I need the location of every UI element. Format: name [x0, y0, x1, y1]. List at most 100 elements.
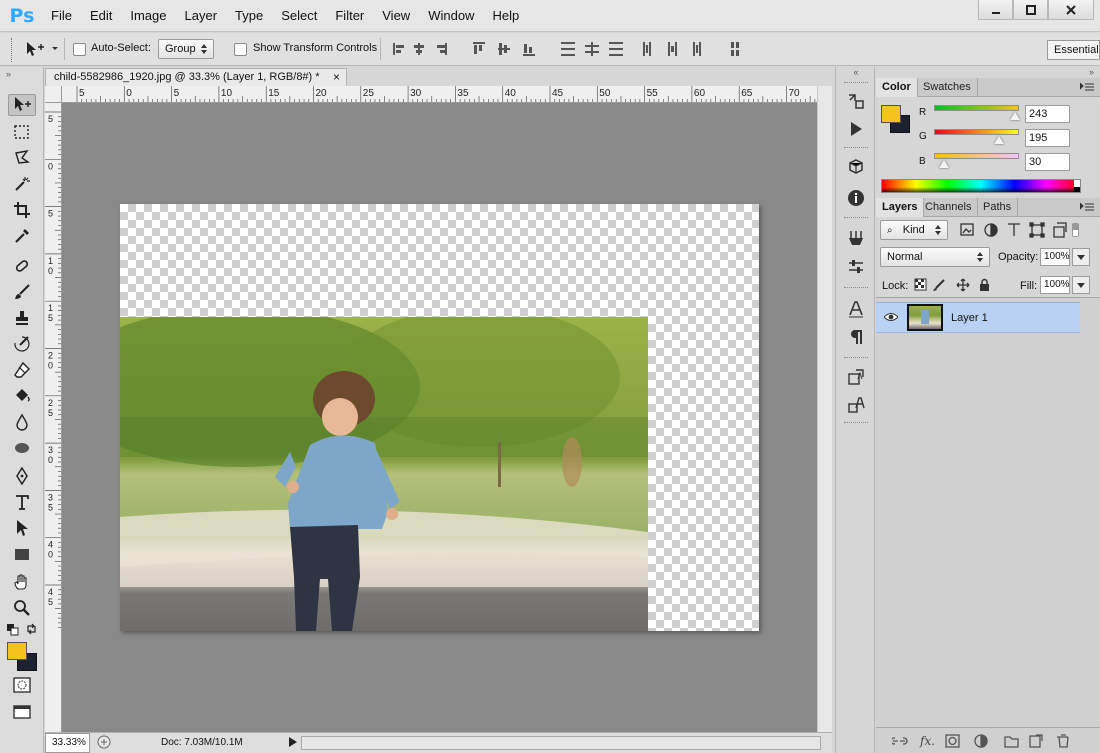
minimize-icon[interactable]	[978, 0, 1013, 20]
v-ruler-label: 0	[48, 550, 53, 560]
default-colors-icon[interactable]	[7, 624, 19, 639]
eyedropper-icon[interactable]	[8, 225, 36, 247]
svg-text:fx.: fx.	[919, 734, 935, 748]
menu-view[interactable]: View	[373, 0, 419, 32]
auto-select-dropdown[interactable]: Group	[158, 39, 214, 59]
collapse-dock-icon[interactable]: «	[838, 67, 874, 79]
vertical-scrollbar[interactable]	[817, 86, 832, 732]
info-icon[interactable]	[845, 187, 867, 209]
ruler-origin[interactable]	[45, 86, 62, 103]
character-styles-icon[interactable]	[845, 366, 867, 388]
layer-1-photo[interactable]	[120, 317, 648, 631]
show-transform-checkbox[interactable]	[234, 43, 247, 56]
tab-channels[interactable]: Channels	[919, 198, 979, 217]
menu-window[interactable]: Window	[419, 0, 483, 32]
document-tab[interactable]: child-5582986_1920.jpg @ 33.3% (Layer 1,…	[45, 68, 347, 86]
paragraph-icon[interactable]	[845, 326, 867, 348]
status-menu-icon[interactable]	[289, 737, 297, 750]
move-icon[interactable]	[8, 94, 36, 116]
workspace-switcher[interactable]: Essential	[1047, 40, 1100, 60]
horizontal-ruler[interactable]: 5 0 5 10 15 20 25 30 35 40 45 50 55 60 65 70	[62, 86, 817, 103]
type-icon[interactable]	[8, 491, 36, 513]
actions-icon[interactable]	[845, 118, 867, 140]
dodge-icon[interactable]	[8, 437, 36, 459]
foreground-color-swatch[interactable]	[7, 642, 27, 660]
r-slider-thumb[interactable]	[1010, 112, 1020, 120]
share-icon[interactable]	[97, 735, 111, 752]
tab-layers[interactable]: Layers	[876, 198, 925, 217]
g-value-field[interactable]: 195	[1025, 129, 1070, 147]
hand-icon[interactable]	[8, 571, 36, 593]
menu-select[interactable]: Select	[272, 0, 326, 32]
layer-thumbnail[interactable]	[907, 304, 943, 331]
tab-paths[interactable]: Paths	[977, 198, 1019, 217]
menu-edit[interactable]: Edit	[81, 0, 121, 32]
h-ruler-label: 50	[599, 88, 611, 99]
color-spectrum-ramp[interactable]	[881, 179, 1081, 193]
3d-icon[interactable]	[845, 156, 867, 178]
r-value-field[interactable]: 243	[1025, 105, 1070, 123]
zoom-icon[interactable]	[8, 597, 36, 619]
move-tool-preset-icon[interactable]	[24, 40, 60, 61]
rectangle-icon[interactable]	[8, 543, 36, 565]
opacity-field[interactable]: 100%	[1040, 248, 1070, 266]
g-slider[interactable]	[934, 129, 1019, 135]
vertical-ruler[interactable]: 5051015202530354045	[45, 103, 62, 732]
brush-presets-icon[interactable]	[845, 227, 867, 249]
layers-panel-menu-icon[interactable]	[1079, 201, 1094, 216]
collapse-panels-icon[interactable]: »	[1089, 67, 1094, 77]
layer-name[interactable]: Layer 1	[951, 312, 988, 324]
auto-select-label: Auto-Select:	[91, 42, 151, 54]
fill-field[interactable]: 100%	[1040, 276, 1070, 294]
magic-wand-icon[interactable]	[8, 173, 36, 195]
history-brush-icon[interactable]	[8, 333, 36, 355]
maximize-icon[interactable]	[1013, 0, 1048, 20]
g-slider-thumb[interactable]	[994, 136, 1005, 144]
screen-mode-icon[interactable]	[13, 705, 31, 722]
layer-buttons: fx.	[890, 734, 1092, 751]
menu-help[interactable]: Help	[483, 0, 528, 32]
b-slider[interactable]	[934, 153, 1019, 159]
zoom-level-field[interactable]: 33.33%	[45, 733, 90, 753]
crop-icon[interactable]	[8, 199, 36, 221]
paragraph-styles-icon[interactable]	[845, 394, 867, 416]
panel-foreground-swatch[interactable]	[881, 105, 901, 123]
path-selection-icon[interactable]	[8, 517, 36, 539]
swap-colors-icon[interactable]	[26, 623, 38, 638]
quick-mask-icon[interactable]	[13, 677, 31, 696]
b-value-field[interactable]: 30	[1025, 153, 1070, 171]
r-slider[interactable]	[934, 105, 1019, 111]
filter-kind-dropdown[interactable]: ⌕ Kind	[880, 220, 948, 240]
menu-layer[interactable]: Layer	[176, 0, 227, 32]
marquee-icon[interactable]	[8, 121, 36, 143]
blend-mode-dropdown[interactable]: Normal	[880, 247, 990, 267]
lasso-icon[interactable]	[8, 147, 36, 169]
adjustments-icon[interactable]	[845, 256, 867, 278]
auto-select-checkbox[interactable]	[73, 43, 86, 56]
menu-image[interactable]: Image	[121, 0, 175, 32]
brush-icon[interactable]	[8, 281, 36, 303]
opacity-dropdown-arrow[interactable]	[1072, 248, 1090, 266]
visibility-eye-icon[interactable]	[883, 311, 899, 325]
menu-type[interactable]: Type	[226, 0, 272, 32]
blur-icon[interactable]	[8, 411, 36, 433]
horizontal-scrollbar[interactable]	[301, 736, 821, 750]
collapse-tools-icon[interactable]: »	[6, 69, 11, 79]
b-slider-thumb[interactable]	[939, 160, 950, 168]
close-document-icon[interactable]: ×	[333, 69, 340, 86]
menu-file[interactable]: File	[42, 0, 81, 32]
fill-dropdown-arrow[interactable]	[1072, 276, 1090, 294]
close-icon[interactable]	[1048, 0, 1094, 20]
character-icon[interactable]	[845, 298, 867, 320]
tab-swatches[interactable]: Swatches	[917, 78, 978, 97]
paint-bucket-icon[interactable]	[8, 385, 36, 407]
clone-stamp-icon[interactable]	[8, 307, 36, 329]
eraser-icon[interactable]	[8, 359, 36, 381]
tab-color[interactable]: Color	[876, 78, 918, 97]
healing-brush-icon[interactable]	[8, 255, 36, 277]
layer-row[interactable]: Layer 1	[876, 302, 1080, 333]
panel-menu-icon[interactable]	[1079, 81, 1094, 96]
pen-icon[interactable]	[8, 465, 36, 487]
menu-filter[interactable]: Filter	[326, 0, 373, 32]
history-icon[interactable]	[845, 90, 867, 112]
